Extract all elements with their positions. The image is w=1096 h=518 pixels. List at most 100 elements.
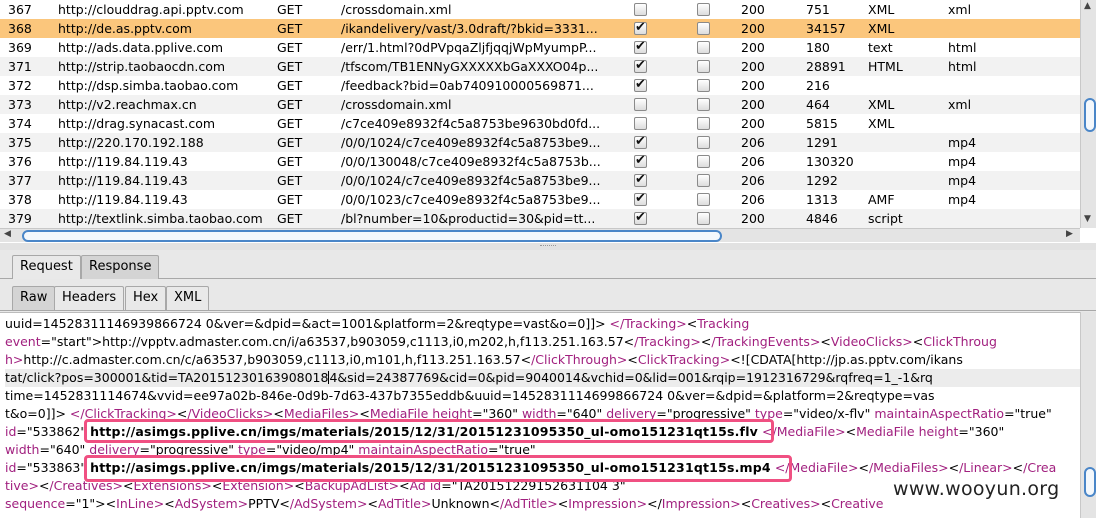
text-token: ="640" bbox=[39, 442, 90, 457]
row-extension: html bbox=[948, 40, 977, 55]
vertical-scroll-thumb[interactable] bbox=[1084, 98, 1096, 132]
table-row[interactable]: 372 http://dsp.simba.taobao.com GET/feedba… bbox=[0, 75, 1080, 95]
row-params-checkbox[interactable] bbox=[634, 189, 647, 208]
response-line: event="start">http://vpptv.admaster.com.… bbox=[5, 333, 997, 351]
markup-token: ClickThroug bbox=[923, 334, 997, 349]
row-method: GET bbox=[277, 21, 303, 36]
row-edited-checkbox[interactable] bbox=[697, 136, 710, 149]
row-length: 130320 bbox=[806, 154, 854, 169]
row-url: /bl?number=10&productid=30&pid=tt... bbox=[341, 211, 596, 226]
row-url: /crossdomain.xml bbox=[341, 97, 452, 112]
scroll-right-arrow-icon[interactable]: ▶ bbox=[1066, 229, 1073, 239]
row-status: 206 bbox=[741, 173, 765, 188]
vertical-scrollbar[interactable]: ▲ ▼ bbox=[1080, 0, 1096, 228]
row-length: 1291 bbox=[806, 135, 838, 150]
row-status: 200 bbox=[741, 211, 765, 226]
table-row[interactable]: 373 http://v2.reachmax.cn GET/crossdomain.… bbox=[0, 95, 1080, 114]
tab-hex[interactable]: Hex bbox=[125, 286, 167, 310]
row-params-checkbox[interactable] bbox=[634, 37, 647, 56]
row-status: 200 bbox=[741, 40, 765, 55]
row-host: http://220.170.192.188 bbox=[58, 135, 204, 150]
row-status: 200 bbox=[741, 116, 765, 131]
scroll-up-arrow-icon[interactable]: ▲ bbox=[1084, 1, 1091, 11]
markup-token: /AdSystem> bbox=[289, 496, 368, 511]
row-edited-checkbox[interactable] bbox=[697, 155, 710, 168]
pane-splitter[interactable] bbox=[0, 243, 1096, 250]
row-url: /0/0/1023/c7ce409e8932f4c5a8753be9... bbox=[341, 192, 601, 207]
horizontal-scrollbar[interactable]: ◀ ▶ bbox=[0, 228, 1080, 242]
row-length: 1313 bbox=[806, 192, 838, 207]
row-host: http://dsp.simba.taobao.com bbox=[58, 78, 239, 93]
row-mime-type: HTML bbox=[868, 59, 903, 74]
row-status: 200 bbox=[741, 2, 765, 17]
row-mime-type: XML bbox=[868, 2, 895, 17]
scroll-left-arrow-icon[interactable]: ◀ bbox=[4, 229, 11, 239]
response-vertical-scrollbar[interactable] bbox=[1080, 312, 1096, 518]
text-token: < bbox=[820, 496, 832, 511]
table-row[interactable]: 369 http://ads.data.pplive.com GET/err/1.h… bbox=[0, 37, 1080, 57]
row-params-checkbox[interactable] bbox=[634, 3, 647, 16]
text-token: < bbox=[557, 496, 569, 511]
row-edited-checkbox[interactable] bbox=[697, 22, 710, 35]
text-token: ="360" bbox=[958, 424, 1005, 439]
tab-headers[interactable]: Headers bbox=[54, 286, 125, 310]
row-edited-checkbox[interactable] bbox=[697, 3, 710, 16]
horizontal-scroll-thumb[interactable] bbox=[22, 230, 722, 242]
row-number: 375 bbox=[8, 135, 32, 150]
row-params-checkbox[interactable] bbox=[634, 132, 647, 151]
tab-request[interactable]: Request bbox=[12, 255, 81, 279]
table-row[interactable]: 368 http://de.as.pptv.com GET/ikandelivery… bbox=[0, 18, 1080, 38]
text-token: < bbox=[740, 496, 752, 511]
row-status: 200 bbox=[741, 78, 765, 93]
row-edited-checkbox[interactable] bbox=[697, 41, 710, 54]
text-token: > bbox=[595, 316, 610, 331]
row-length: 5815 bbox=[806, 116, 838, 131]
row-extension: xml bbox=[948, 2, 972, 17]
markup-token: /Crea bbox=[1023, 460, 1057, 475]
table-row[interactable]: 377 http://119.84.119.43 GET/0/0/1024/c7ce… bbox=[0, 170, 1080, 190]
highlight-box-mp4 bbox=[84, 455, 792, 482]
row-status: 200 bbox=[741, 59, 765, 74]
row-number: 379 bbox=[8, 211, 32, 226]
row-params-checkbox[interactable] bbox=[634, 170, 647, 189]
table-row[interactable]: 374 http://drag.synacast.com GET/c7ce409e8… bbox=[0, 114, 1080, 133]
row-mime-type: text bbox=[868, 40, 893, 55]
tab-raw[interactable]: Raw bbox=[12, 286, 56, 310]
tab-response[interactable]: Response bbox=[81, 255, 160, 279]
row-edited-checkbox[interactable] bbox=[697, 117, 710, 130]
table-row[interactable]: 371 http://strip.taobaocdn.com GET/tfscom/… bbox=[0, 56, 1080, 76]
text-token: ="start">http://vpptv.admaster.com.cn/i/… bbox=[40, 334, 635, 349]
row-edited-checkbox[interactable] bbox=[697, 79, 710, 92]
row-host: http://textlink.simba.taobao.com bbox=[58, 211, 263, 226]
row-length: 1292 bbox=[806, 173, 838, 188]
row-edited-checkbox[interactable] bbox=[697, 60, 710, 73]
scroll-down-arrow-icon[interactable]: ▼ bbox=[1084, 214, 1091, 224]
row-params-checkbox[interactable] bbox=[634, 117, 647, 130]
row-params-checkbox[interactable] bbox=[634, 18, 647, 37]
row-params-checkbox[interactable] bbox=[634, 98, 647, 111]
row-edited-checkbox[interactable] bbox=[697, 174, 710, 187]
row-edited-checkbox[interactable] bbox=[697, 98, 710, 111]
text-token: </ bbox=[647, 496, 662, 511]
row-number: 373 bbox=[8, 97, 32, 112]
row-edited-checkbox[interactable] bbox=[697, 193, 710, 206]
table-row[interactable]: 378 http://119.84.119.43 GET/0/0/1023/c7ce… bbox=[0, 189, 1080, 209]
splitter-grip-icon[interactable] bbox=[540, 245, 556, 247]
table-row[interactable]: 376 http://119.84.119.43 GET/0/0/130048/c7… bbox=[0, 151, 1080, 171]
http-history-table: 367 http://clouddrag.api.pptv.com GET/cros… bbox=[0, 0, 1096, 243]
row-edited-checkbox[interactable] bbox=[697, 212, 710, 225]
row-params-checkbox[interactable] bbox=[634, 151, 647, 170]
table-row[interactable]: 367 http://clouddrag.api.pptv.com GET/cros… bbox=[0, 0, 1080, 19]
row-extension: xml bbox=[948, 97, 972, 112]
row-params-checkbox[interactable] bbox=[634, 208, 647, 227]
row-params-checkbox[interactable] bbox=[634, 75, 647, 94]
response-line: tat/click?pos=300001&tid=TA2015123016390… bbox=[5, 369, 1080, 387]
text-token: http://c.admaster.com.cn/c/a63537,b90305… bbox=[23, 352, 532, 367]
response-line: time=1452831114674&vvid=ee97a02b-846e-0d… bbox=[5, 387, 935, 405]
response-scroll-thumb[interactable] bbox=[1084, 467, 1096, 497]
tab-xml[interactable]: XML bbox=[166, 286, 210, 310]
table-row[interactable]: 375 http://220.170.192.188 GET/0/0/1024/c7… bbox=[0, 132, 1080, 152]
table-row[interactable]: 379 http://textlink.simba.taobao.com GET/b… bbox=[0, 208, 1080, 228]
markup-token: Creative bbox=[831, 496, 884, 511]
row-params-checkbox[interactable] bbox=[634, 56, 647, 75]
